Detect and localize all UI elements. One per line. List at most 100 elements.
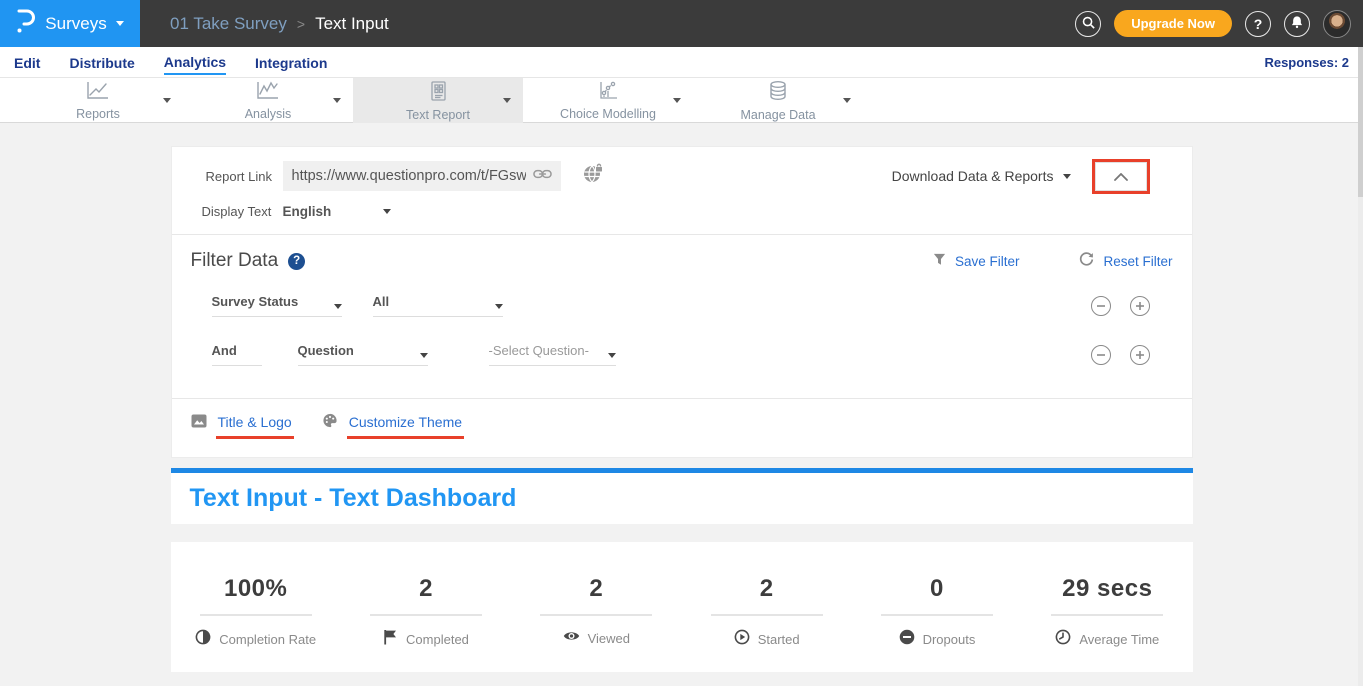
chevron-down-icon (116, 21, 124, 26)
search-button[interactable] (1075, 11, 1101, 37)
remove-filter-button[interactable] (1091, 345, 1111, 365)
nav-item-integration[interactable]: Integration (255, 50, 327, 74)
bell-icon (1290, 15, 1304, 32)
select-question-dropdown[interactable]: -Select Question- (489, 343, 616, 366)
tab-analysis[interactable]: Analysis (183, 78, 353, 123)
clock-icon (1055, 629, 1071, 650)
dashboard-title-card: Text Input - Text Dashboard (171, 473, 1193, 524)
chevron-down-icon[interactable] (503, 98, 511, 103)
analysis-chart-icon (255, 80, 281, 106)
display-language-value: English (283, 204, 332, 219)
stat-label: Average Time (1079, 632, 1159, 647)
stat-label: Viewed (588, 631, 630, 646)
chevron-down-icon (334, 304, 342, 309)
download-data-reports-label: Download Data & Reports (892, 168, 1054, 184)
stat-average-time: 29 secs Average Time (1022, 575, 1192, 672)
filter-conjunction[interactable]: And (212, 343, 262, 366)
notifications-button[interactable] (1284, 11, 1310, 37)
customize-theme-link[interactable]: Customize Theme (322, 413, 464, 439)
tab-label: Reports (76, 107, 120, 121)
breadcrumb-survey-name[interactable]: 01 Take Survey (170, 14, 287, 34)
search-icon (1081, 15, 1096, 33)
tab-label: Text Report (406, 108, 470, 122)
filter-data-section: Filter Data ? Save Filter Reset (172, 235, 1192, 398)
save-filter-label: Save Filter (955, 254, 1020, 269)
chevron-down-icon (1063, 174, 1071, 179)
remove-filter-button[interactable] (1091, 296, 1111, 316)
chevron-down-icon[interactable] (673, 98, 681, 103)
add-filter-button[interactable] (1130, 296, 1150, 316)
help-button[interactable]: ? (1245, 11, 1271, 37)
user-avatar[interactable] (1323, 10, 1351, 38)
globe-lock-icon[interactable] (582, 163, 604, 190)
stat-value: 0 (930, 575, 944, 603)
tab-label: Choice Modelling (560, 107, 656, 121)
responses-count[interactable]: Responses: 2 (1264, 55, 1349, 70)
stat-label: Completion Rate (219, 632, 316, 647)
flag-icon (383, 629, 398, 650)
add-filter-button[interactable] (1130, 345, 1150, 365)
chevron-down-icon[interactable] (163, 98, 171, 103)
question-mark-icon: ? (1254, 16, 1263, 32)
play-circle-icon (734, 629, 750, 650)
title-logo-link[interactable]: Title & Logo (191, 414, 294, 439)
scrollbar-thumb[interactable] (1358, 47, 1363, 197)
chevron-down-icon (608, 353, 616, 358)
stat-label: Dropouts (923, 632, 976, 647)
report-link-section: Report Link https://www.questionpro.com/… (172, 147, 1192, 234)
stat-viewed: 2 Viewed (511, 575, 681, 672)
breadcrumb-current-page: Text Input (315, 14, 389, 34)
filter-field-dropdown[interactable]: Survey Status (212, 294, 342, 317)
title-logo-label: Title & Logo (216, 414, 294, 439)
tab-text-report[interactable]: Text Report (353, 78, 523, 123)
tab-reports[interactable]: Reports (13, 78, 183, 123)
report-link-value: https://www.questionpro.com/t/FGsw (292, 168, 526, 184)
questionpro-logo-icon (16, 8, 36, 39)
filter-field-dropdown[interactable]: Question (298, 343, 428, 366)
refresh-icon (1079, 252, 1094, 270)
link-icon[interactable] (533, 167, 552, 185)
download-data-reports-dropdown[interactable]: Download Data & Reports (892, 168, 1071, 184)
stat-completed: 2 Completed (341, 575, 511, 672)
brand-label: Surveys (45, 14, 106, 34)
completion-rate-icon (195, 629, 211, 650)
chevron-down-icon[interactable] (333, 98, 341, 103)
nav-item-analytics[interactable]: Analytics (164, 49, 226, 75)
scrollbar[interactable] (1358, 47, 1363, 686)
stat-started: 2 Started (681, 575, 851, 672)
stat-divider (540, 614, 652, 616)
report-settings-card: Report Link https://www.questionpro.com/… (171, 146, 1193, 458)
minus-circle-icon (899, 629, 915, 650)
display-language-dropdown[interactable]: English (283, 204, 392, 219)
stat-dropouts: 0 Dropouts (852, 575, 1022, 672)
filter-value-dropdown[interactable]: All (373, 294, 503, 317)
report-link-label: Report Link (206, 169, 283, 184)
eye-icon (563, 629, 580, 647)
display-text-label: Display Text (202, 204, 283, 219)
survey-nav: Edit Distribute Analytics Integration Re… (0, 47, 1363, 78)
tab-manage-data[interactable]: Manage Data (693, 78, 863, 123)
upgrade-now-button[interactable]: Upgrade Now (1114, 10, 1232, 37)
filter-row-1: Survey Status All (212, 294, 1173, 317)
filter-help-icon[interactable]: ? (288, 253, 305, 270)
tab-choice-modelling[interactable]: Choice Modelling (523, 78, 693, 123)
top-header: Surveys 01 Take Survey > Text Input Upgr… (0, 0, 1363, 47)
breadcrumb: 01 Take Survey > Text Input (170, 14, 389, 34)
chevron-down-icon (383, 209, 391, 214)
survey-stats-card: 100% Completion Rate 2 Completed (171, 542, 1193, 672)
collapse-panel-button[interactable] (1095, 162, 1147, 191)
stat-divider (200, 614, 312, 616)
nav-item-edit[interactable]: Edit (14, 50, 40, 74)
save-filter-button[interactable]: Save Filter (933, 253, 1020, 269)
tab-label: Analysis (245, 107, 292, 121)
chevron-down-icon (420, 353, 428, 358)
stat-divider (881, 614, 993, 616)
report-link-input[interactable]: https://www.questionpro.com/t/FGsw (283, 161, 561, 191)
image-icon (191, 414, 207, 439)
tab-label: Manage Data (740, 108, 815, 122)
chevron-down-icon[interactable] (843, 98, 851, 103)
nav-item-distribute[interactable]: Distribute (69, 50, 134, 74)
chevron-down-icon (495, 304, 503, 309)
reset-filter-button[interactable]: Reset Filter (1079, 252, 1172, 270)
surveys-menu[interactable]: Surveys (0, 0, 140, 47)
